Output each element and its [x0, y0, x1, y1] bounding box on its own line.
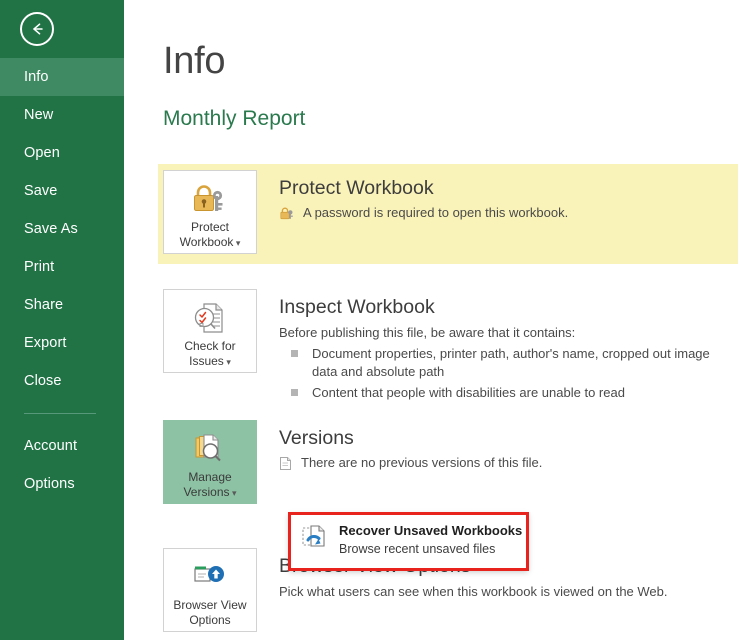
sidebar-item-label: Open [24, 145, 60, 161]
backstage-main-pane: Info Monthly Report [124, 0, 744, 640]
browser-upload-icon [191, 558, 229, 596]
inspect-workbook-body: Inspect Workbook Before publishing this … [257, 289, 738, 402]
sidebar-item-label: Save As [24, 221, 78, 237]
protect-workbook-button[interactable]: Protect Workbook ▾ [163, 170, 257, 254]
document-icon [279, 454, 292, 471]
protect-workbook-status: A password is required to open this work… [279, 204, 738, 222]
sidebar-item-label: Info [24, 69, 49, 85]
padlock-key-icon [190, 180, 230, 218]
sidebar-item-print[interactable]: Print [0, 248, 124, 286]
sidebar-item-info[interactable]: Info [0, 58, 124, 96]
versions-section: Manage Versions ▾ Versions There [158, 420, 738, 504]
versions-status-text: There are no previous versions of this f… [301, 454, 542, 472]
list-item: Document properties, printer path, autho… [279, 345, 738, 381]
sidebar-item-open[interactable]: Open [0, 134, 124, 172]
chevron-down-icon[interactable]: ▾ [230, 488, 237, 498]
protect-workbook-body: Protect Workbook A password is required … [257, 170, 738, 254]
recover-unsaved-workbooks-subtitle: Browse recent unsaved files [339, 541, 522, 558]
sidebar-divider [24, 413, 96, 414]
browser-view-options-status-text: Pick what users can see when this workbo… [279, 582, 738, 601]
square-bullet-icon [291, 350, 298, 357]
browser-view-options-button-label: Browser View Options [173, 598, 246, 628]
chevron-down-icon[interactable]: ▾ [233, 238, 240, 248]
inspect-workbook-title: Inspect Workbook [279, 295, 738, 319]
browser-view-options-button[interactable]: Browser View Options [163, 548, 257, 632]
inspect-workbook-section: Check for Issues ▾ Inspect Workbook Befo… [158, 289, 738, 402]
chevron-down-icon[interactable]: ▾ [224, 357, 231, 367]
sidebar-item-label: Close [24, 373, 62, 389]
back-arrow-icon[interactable] [20, 12, 54, 46]
file-name-label: Monthly Report [163, 107, 305, 131]
sidebar-item-close[interactable]: Close [0, 362, 124, 400]
versions-body: Versions There are no previous versions … [257, 420, 738, 504]
inspect-workbook-bullets: Document properties, printer path, autho… [279, 345, 738, 402]
sidebar-item-share[interactable]: Share [0, 286, 124, 324]
sidebar-item-label: Export [24, 335, 67, 351]
protect-workbook-section: Protect Workbook ▾ Protect Workbook [158, 164, 738, 264]
small-padlock-key-icon [279, 204, 294, 221]
square-bullet-icon [291, 389, 298, 396]
sidebar-item-label: Account [24, 438, 77, 454]
check-for-issues-button-label: Check for Issues ▾ [184, 339, 235, 370]
sidebar-item-label: Save [24, 183, 57, 199]
back-button-wrap [0, 0, 124, 58]
inspect-workbook-intro: Before publishing this file, be aware th… [279, 323, 738, 342]
sidebar-item-new[interactable]: New [0, 96, 124, 134]
sidebar-item-export[interactable]: Export [0, 324, 124, 362]
sidebar-item-options[interactable]: Options [0, 465, 124, 503]
sidebar-item-label: New [24, 107, 53, 123]
protect-workbook-title: Protect Workbook [279, 176, 738, 200]
bullet-text: Content that people with disabilities ar… [312, 384, 625, 402]
manage-versions-dropdown: Recover Unsaved Workbooks Browse recent … [289, 513, 528, 570]
sidebar-item-save[interactable]: Save [0, 172, 124, 210]
bullet-text: Document properties, printer path, autho… [312, 345, 738, 381]
sidebar-item-label: Options [24, 476, 75, 492]
manage-versions-button[interactable]: Manage Versions ▾ [163, 420, 257, 504]
protect-workbook-status-text: A password is required to open this work… [303, 204, 568, 222]
manage-versions-button-label: Manage Versions ▾ [183, 470, 236, 501]
sidebar-item-save-as[interactable]: Save As [0, 210, 124, 248]
page-title: Info [163, 40, 225, 83]
sidebar-item-label: Share [24, 297, 63, 313]
check-for-issues-button[interactable]: Check for Issues ▾ [163, 289, 257, 373]
recover-unsaved-workbooks-item[interactable]: Recover Unsaved Workbooks Browse recent … [333, 522, 522, 558]
recover-document-icon [299, 522, 333, 556]
protect-workbook-button-label: Protect Workbook ▾ [180, 220, 241, 251]
excel-backstage-view: Info New Open Save Save As Print Share E… [0, 0, 744, 640]
sidebar-item-label: Print [24, 259, 54, 275]
recover-unsaved-workbooks-title: Recover Unsaved Workbooks [339, 522, 522, 539]
backstage-sidebar: Info New Open Save Save As Print Share E… [0, 0, 124, 640]
document-inspect-icon [192, 299, 228, 337]
document-stack-magnifier-icon [191, 430, 229, 468]
sidebar-item-account[interactable]: Account [0, 427, 124, 465]
list-item: Content that people with disabilities ar… [279, 384, 738, 402]
versions-title: Versions [279, 426, 738, 450]
versions-status: There are no previous versions of this f… [279, 454, 738, 472]
